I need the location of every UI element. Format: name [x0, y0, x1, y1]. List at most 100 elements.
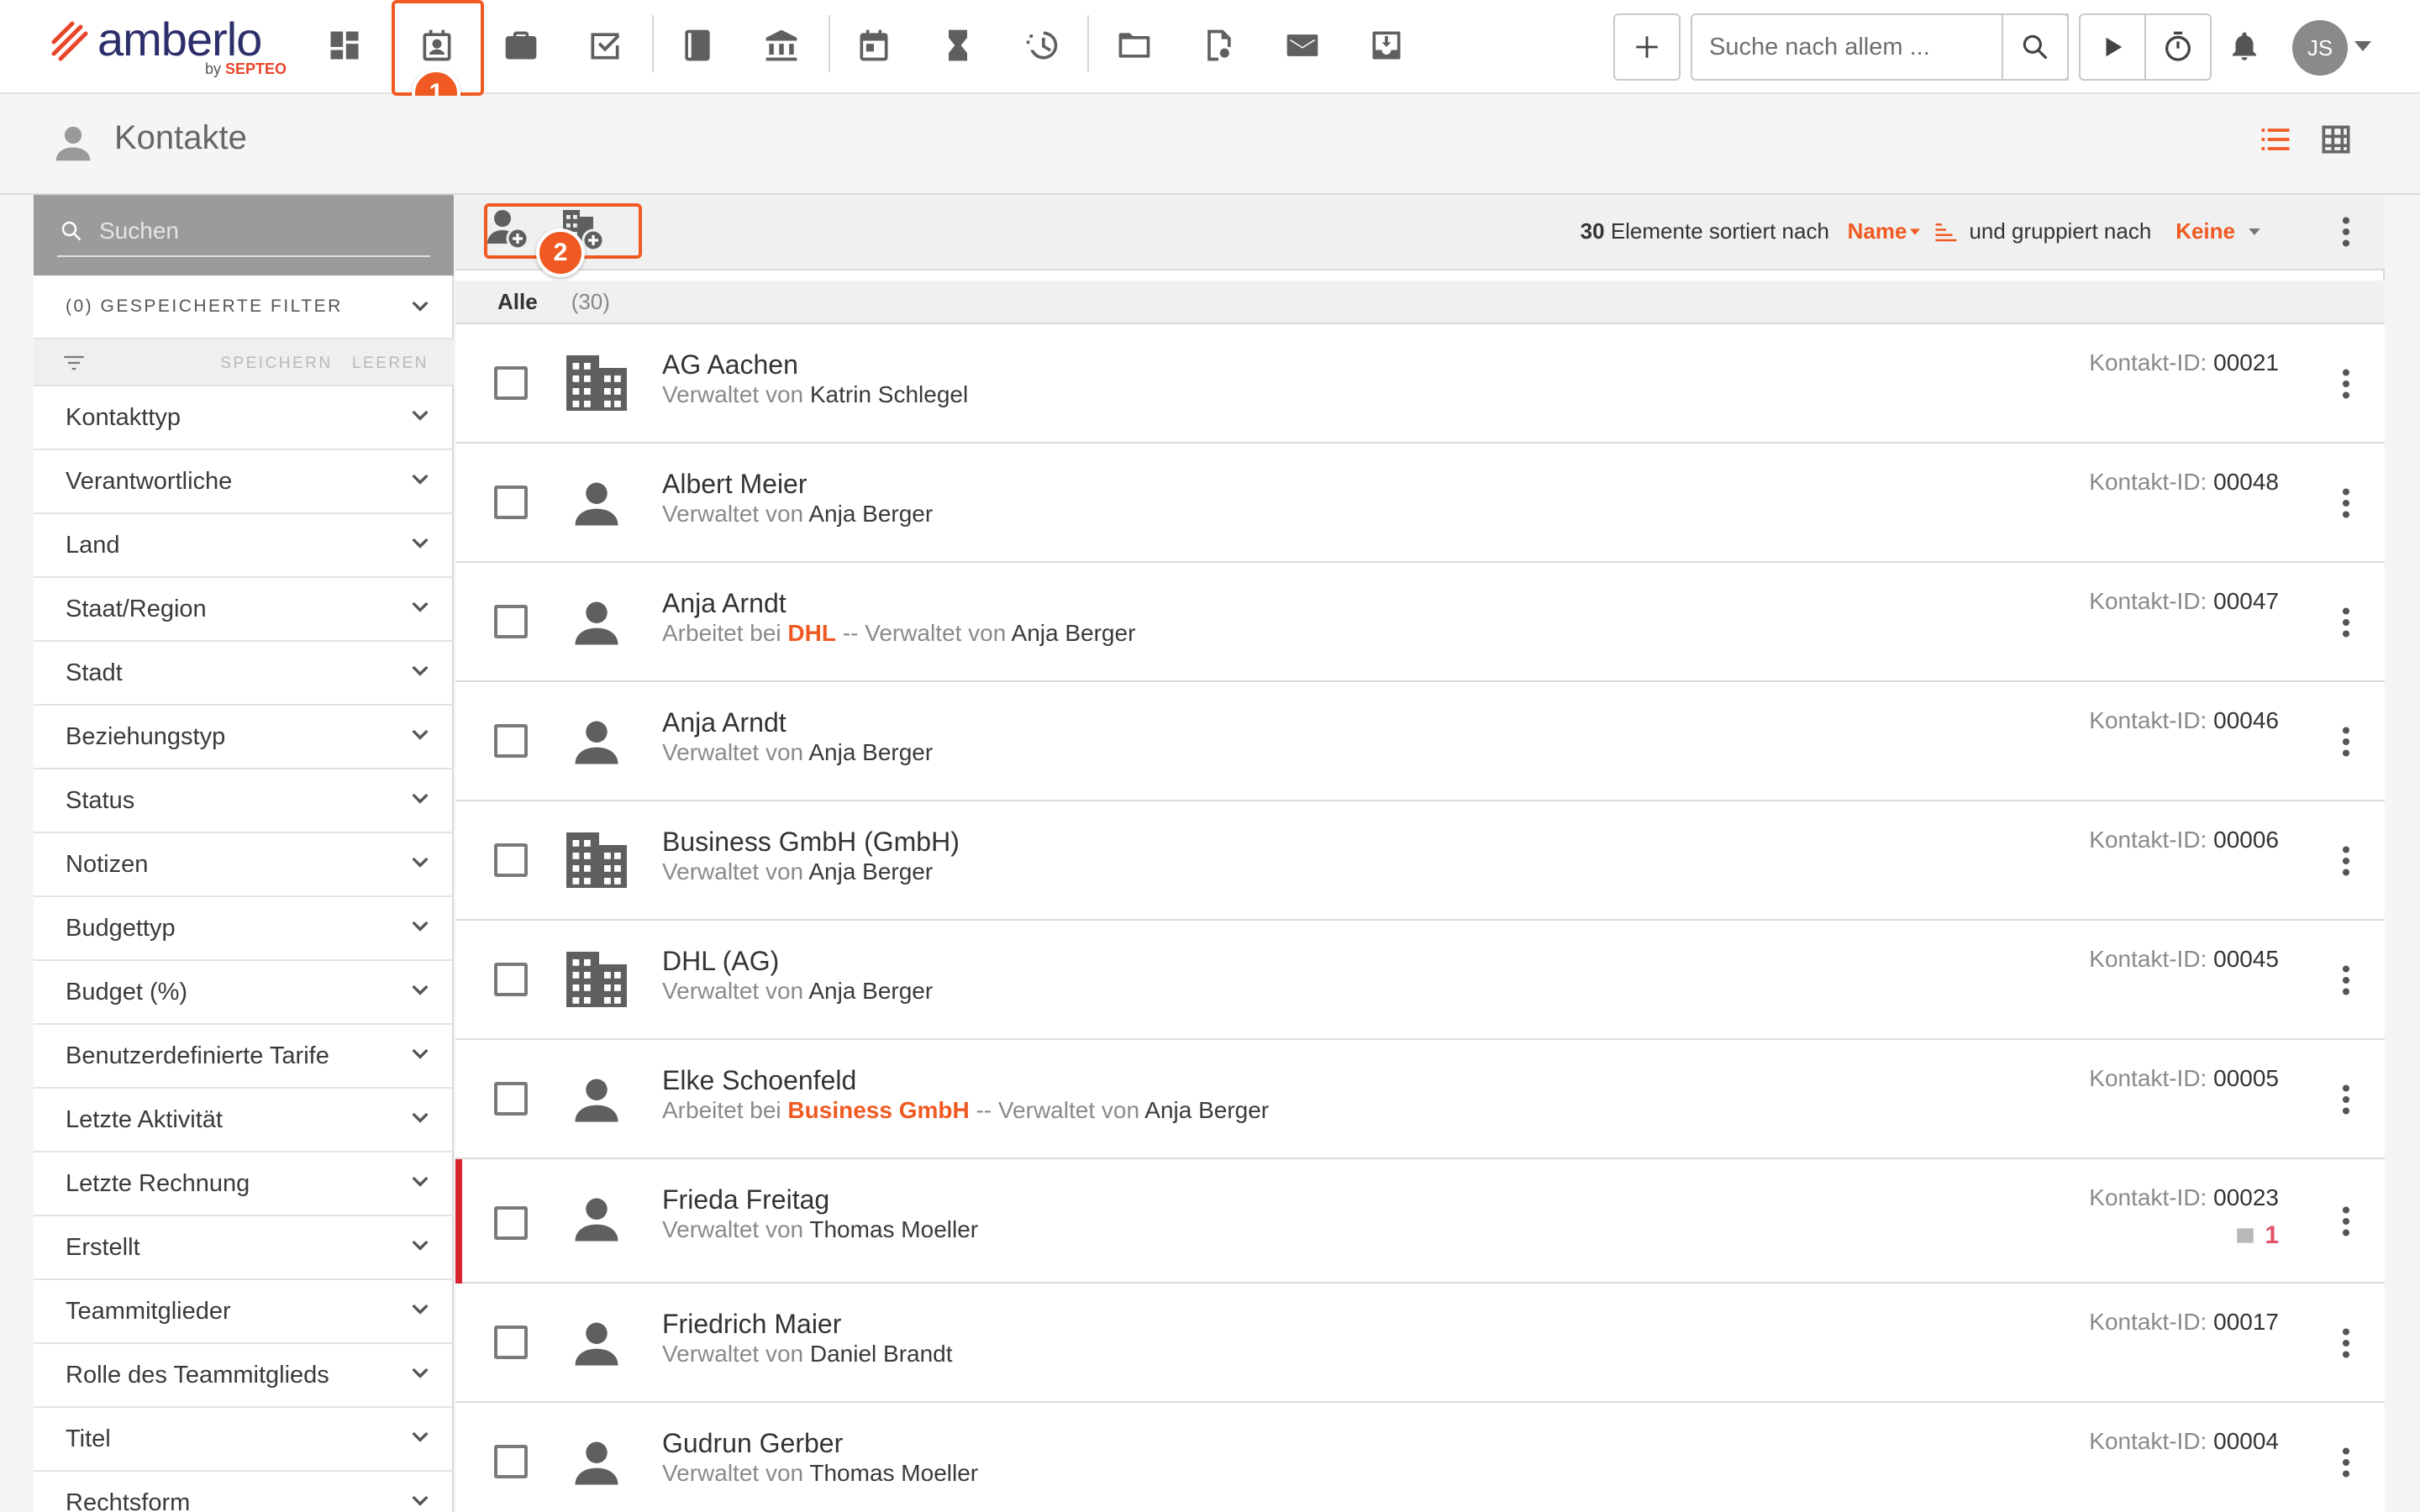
filter-item[interactable]: Land — [34, 514, 454, 578]
row-checkbox[interactable] — [494, 963, 528, 996]
contact-name[interactable]: Gudrun Gerber — [662, 1428, 843, 1459]
filter-item[interactable]: Verantwortliche — [34, 450, 454, 514]
contact-name[interactable]: Anja Arndt — [662, 588, 786, 619]
row-options-button[interactable] — [2341, 369, 2351, 399]
nav-mail[interactable] — [1260, 0, 1344, 91]
filter-item[interactable]: Kontakttyp — [34, 386, 454, 450]
clear-filter-button[interactable]: LEEREN — [352, 354, 429, 372]
contact-name[interactable]: AG Aachen — [662, 349, 798, 381]
contact-name[interactable]: Anja Arndt — [662, 707, 786, 738]
contact-row[interactable]: Business GmbH (GmbH) Verwaltet von Anja B… — [455, 801, 2385, 921]
nav-calendar[interactable] — [832, 0, 916, 91]
filter-item[interactable]: Beziehungstyp — [34, 706, 454, 769]
row-checkbox[interactable] — [494, 1445, 528, 1478]
filter-item[interactable]: Notizen — [34, 833, 454, 897]
contact-name[interactable]: Albert Meier — [662, 469, 808, 500]
contact-id: Kontakt-ID: 00048 — [2089, 469, 2279, 496]
filter-search-input[interactable] — [99, 210, 418, 252]
list-options-button[interactable] — [2341, 217, 2351, 247]
filter-item[interactable]: Titel — [34, 1408, 454, 1472]
grid-view-toggle[interactable] — [2317, 121, 2354, 158]
row-checkbox[interactable] — [494, 605, 528, 638]
chevron-down-icon — [412, 1368, 429, 1378]
save-filter-button[interactable]: SPEICHERN — [220, 354, 332, 372]
chevron-down-icon — [412, 301, 429, 312]
row-checkbox[interactable] — [494, 486, 528, 519]
global-search-input[interactable] — [1692, 15, 1995, 79]
row-options-button[interactable] — [2341, 1206, 2351, 1236]
contact-name[interactable]: Elke Schoenfeld — [662, 1065, 856, 1096]
amberlo-logo[interactable]: amberlo by SEPTEO — [49, 13, 292, 81]
filter-item[interactable]: Budget (%) — [34, 961, 454, 1025]
row-checkbox[interactable] — [494, 724, 528, 758]
nav-templates[interactable] — [1176, 0, 1260, 91]
filter-item[interactable]: Letzte Rechnung — [34, 1152, 454, 1216]
chevron-down-icon — [412, 1495, 429, 1506]
contact-name[interactable]: Frieda Freitag — [662, 1184, 829, 1215]
filter-item[interactable]: Status — [34, 769, 454, 833]
row-options-button[interactable] — [2341, 488, 2351, 518]
row-checkbox[interactable] — [494, 1326, 528, 1359]
row-checkbox[interactable] — [494, 1206, 528, 1240]
chevron-down-icon — [412, 410, 429, 421]
contact-row[interactable]: Elke Schoenfeld Arbeitet bei Business Gmb… — [455, 1040, 2385, 1159]
saved-filters-dropdown[interactable]: (0) GESPEICHERTE FILTER — [34, 276, 454, 339]
filter-item[interactable]: Teammitglieder — [34, 1280, 454, 1344]
employer-link[interactable]: DHL — [787, 620, 836, 646]
row-checkbox[interactable] — [494, 366, 528, 400]
contact-row[interactable]: Albert Meier Verwaltet von Anja Berger Kon… — [455, 444, 2385, 563]
nav-billing[interactable] — [1000, 0, 1084, 91]
start-timer-button[interactable] — [2079, 13, 2146, 81]
global-search-button[interactable] — [2002, 13, 2069, 81]
grid-view-icon — [2322, 125, 2350, 154]
row-options-button[interactable] — [2341, 1447, 2351, 1478]
contact-row[interactable]: Anja Arndt Verwaltet von Anja Berger Konta… — [455, 682, 2385, 801]
filter-item[interactable]: Erstellt — [34, 1216, 454, 1280]
contact-name[interactable]: DHL (AG) — [662, 946, 779, 977]
row-options-button[interactable] — [2341, 965, 2351, 995]
contact-row[interactable]: DHL (AG) Verwaltet von Anja Berger Kontakt… — [455, 921, 2385, 1040]
row-options-button[interactable] — [2341, 846, 2351, 876]
nav-documents[interactable] — [1092, 0, 1176, 91]
list-view-toggle[interactable] — [2257, 121, 2294, 158]
nav-time[interactable] — [916, 0, 1000, 91]
sort-direction-icon[interactable] — [1933, 221, 1959, 243]
filter-item[interactable]: Letzte Aktivität — [34, 1089, 454, 1152]
filter-item[interactable]: Rechtsform — [34, 1472, 454, 1512]
contact-row[interactable]: Friedrich Maier Verwaltet von Daniel Bran… — [455, 1284, 2385, 1403]
manager-name: Anja Berger — [808, 978, 934, 1004]
task-indicator[interactable]: 1 — [2234, 1221, 2279, 1250]
nav-knowledge[interactable] — [655, 0, 739, 91]
filter-item[interactable]: Staat/Region — [34, 578, 454, 642]
nav-finance[interactable] — [739, 0, 823, 91]
row-options-button[interactable] — [2341, 727, 2351, 757]
contact-row[interactable]: AG Aachen Verwaltet von Katrin Schlegel Ko… — [455, 324, 2385, 444]
employer-link[interactable]: Business GmbH — [787, 1097, 969, 1123]
filter-item[interactable]: Stadt — [34, 642, 454, 706]
row-options-button[interactable] — [2341, 607, 2351, 638]
dashboard-icon — [330, 31, 359, 60]
group-field-dropdown[interactable]: Keine — [2175, 218, 2235, 244]
contact-name[interactable]: Friedrich Maier — [662, 1309, 841, 1340]
add-button[interactable] — [1613, 13, 1681, 81]
nav-inbox[interactable] — [1344, 0, 1428, 91]
contact-row[interactable]: Anja Arndt Arbeitet bei DHL -- Verwaltet … — [455, 563, 2385, 682]
nav-dashboard[interactable] — [302, 0, 387, 91]
notifications-button[interactable] — [2227, 29, 2262, 66]
row-options-button[interactable] — [2341, 1084, 2351, 1115]
user-avatar[interactable]: JS — [2292, 20, 2348, 76]
user-menu-toggle[interactable] — [2354, 40, 2371, 52]
contact-row[interactable]: Frieda Freitag Verwaltet von Thomas Moell… — [455, 1159, 2385, 1284]
stopwatch-button[interactable] — [2144, 13, 2212, 81]
contact-name[interactable]: Business GmbH (GmbH) — [662, 827, 960, 858]
filter-item[interactable]: Budgettyp — [34, 897, 454, 961]
sort-field-dropdown[interactable]: Name — [1848, 218, 1907, 244]
row-checkbox[interactable] — [494, 843, 528, 877]
row-checkbox[interactable] — [494, 1082, 528, 1116]
filter-item[interactable]: Benutzerdefinierte Tarife — [34, 1025, 454, 1089]
nav-tasks[interactable] — [563, 0, 647, 91]
filter-item[interactable]: Rolle des Teammitglieds — [34, 1344, 454, 1408]
row-options-button[interactable] — [2341, 1328, 2351, 1358]
contact-row[interactable]: Gudrun Gerber Verwaltet von Thomas Moelle… — [455, 1403, 2385, 1512]
nav-matters[interactable] — [479, 0, 563, 91]
